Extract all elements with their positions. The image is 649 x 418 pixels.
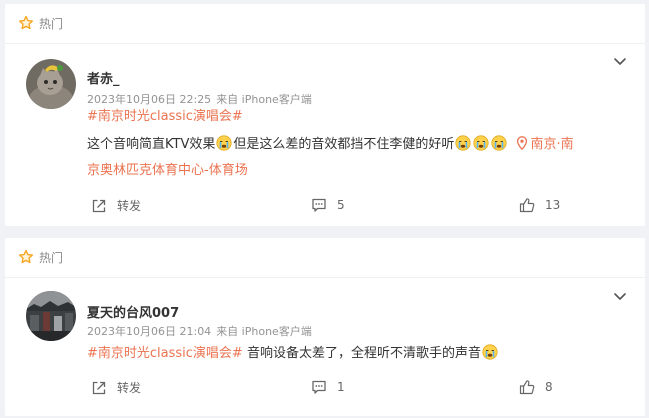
share-icon [92, 199, 106, 212]
crying-emoji [455, 135, 471, 151]
comment-count: 1 [337, 380, 345, 394]
like-button[interactable]: 8 [519, 379, 553, 395]
like-icon [519, 198, 535, 213]
timestamp[interactable]: 2023年10月06日 21:04 [87, 325, 211, 338]
post-text-line-1: #南京时光classic演唱会# 音响设备太差了，全程听不清歌手的声音 [87, 341, 499, 367]
hot-icon [18, 249, 34, 265]
avatar[interactable] [26, 291, 76, 341]
post-text: 但是这么差的音效都挡不住李健的好听 [233, 137, 455, 152]
avatar[interactable] [26, 59, 76, 109]
comment-count: 5 [337, 198, 345, 212]
comment-icon [312, 198, 326, 212]
hot-label: 热门 [39, 250, 64, 265]
comment-button[interactable]: 1 [311, 379, 345, 395]
hot-header: 热门 [18, 248, 63, 266]
hot-icon [18, 15, 34, 31]
divider [5, 43, 645, 44]
share-label: 转发 [117, 381, 142, 395]
post-text-line-1: 这个音响简直KTV效果 但是这么差的音效都挡不住李健的好听 南京·南 [87, 132, 574, 158]
crying-emoji [216, 135, 232, 151]
topic-tag[interactable]: #南京时光classic演唱会# [87, 346, 243, 361]
chevron-down-icon[interactable] [613, 289, 627, 303]
location-icon [516, 136, 527, 151]
like-button[interactable]: 13 [519, 197, 560, 213]
post-meta: 2023年10月06日 21:04 来自 iPhone客户端 [87, 323, 312, 339]
hot-label: 热门 [39, 16, 64, 31]
share-icon [92, 381, 106, 394]
share-button[interactable]: 转发 [91, 379, 141, 396]
location-text[interactable]: 京奥林匹克体育中心-体育场 [87, 163, 248, 178]
post-tag-line: #南京时光classic演唱会# [87, 104, 243, 130]
crying-emoji [482, 344, 498, 360]
share-label: 转发 [117, 199, 142, 213]
like-icon [519, 380, 535, 395]
username[interactable]: 夏天的台风007 [87, 302, 179, 321]
like-count: 13 [545, 198, 561, 212]
action-bar: 转发 1 8 [5, 379, 645, 401]
post-text: 音响设备太差了，全程听不清歌手的声音 [242, 346, 481, 361]
post-card: 热门 者赤_ 2023年10月06日 22:25 来自 iPhone客户端 #南京… [5, 4, 645, 226]
hot-header: 热门 [18, 14, 63, 32]
like-count: 8 [545, 380, 553, 394]
source: 来自 iPhone客户端 [216, 325, 312, 338]
location-text[interactable]: 南京·南 [531, 137, 574, 152]
chevron-down-icon[interactable] [613, 54, 627, 68]
comment-button[interactable]: 5 [311, 197, 345, 213]
post-text: 这个音响简直KTV效果 [87, 137, 216, 152]
post-text-line-2: 京奥林匹克体育中心-体育场 [87, 158, 248, 184]
location-link[interactable]: 南京·南 [513, 136, 574, 152]
crying-emoji [473, 135, 489, 151]
divider [5, 277, 645, 278]
action-bar: 转发 5 13 [5, 197, 645, 219]
crying-emoji [491, 135, 507, 151]
post-card: 热门 夏天的台风007 2023年10月06日 21:04 来自 iPhone客户… [5, 238, 645, 416]
topic-tag[interactable]: #南京时光classic演唱会# [87, 109, 243, 124]
username[interactable]: 者赤_ [87, 68, 120, 87]
share-button[interactable]: 转发 [91, 197, 141, 214]
comment-icon [312, 380, 326, 394]
